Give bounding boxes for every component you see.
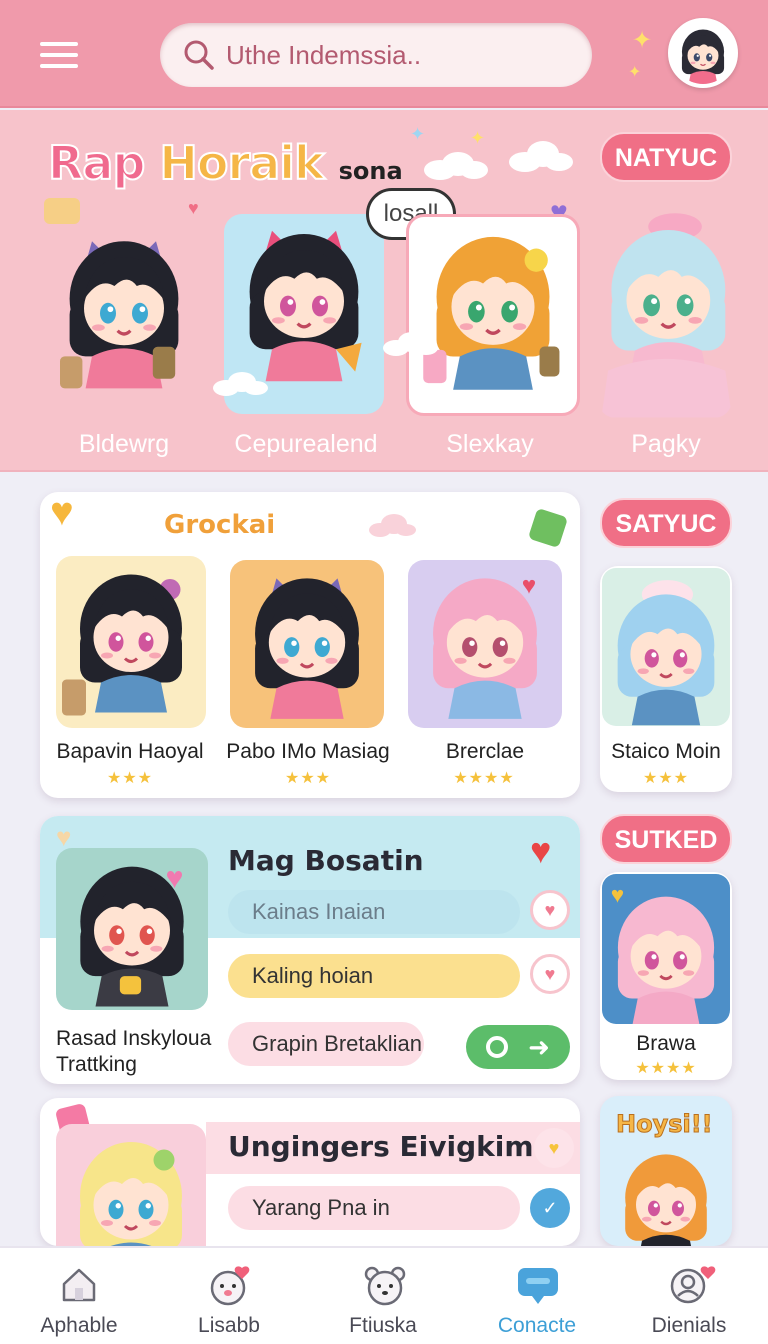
side-badge[interactable]: SUTKED <box>600 814 732 864</box>
sparkle-icon: ✦ <box>632 27 653 54</box>
nav-label: Aphable <box>40 1314 118 1337</box>
hero-character-name: Bldewrg <box>78 430 170 458</box>
hero-title-part2: Horaik <box>158 135 325 191</box>
hero-character-card[interactable] <box>406 214 580 416</box>
user-avatar[interactable] <box>668 18 738 88</box>
heart-button[interactable]: ♥ <box>534 1128 574 1168</box>
feature-character-tile[interactable]: ♥ <box>56 848 208 1010</box>
hero-character-name: Slexkay <box>446 430 534 458</box>
rating-stars: ★★★★ <box>635 1060 697 1077</box>
nav-item-conacte[interactable]: Conacte <box>462 1248 612 1344</box>
nav-label: Ftiuska <box>349 1314 417 1337</box>
nav-item-dienials[interactable]: Dienials <box>614 1248 764 1344</box>
cloud-icon <box>369 514 416 537</box>
sparkle-icon: ✦ <box>470 128 486 148</box>
arrow-right-icon: ➜ <box>528 1031 550 1062</box>
svg-text:♥: ♥ <box>165 861 183 895</box>
chip-option[interactable]: Kaling hoian <box>228 954 520 998</box>
nav-label: Dienials <box>651 1314 727 1337</box>
cloud-icon <box>213 372 268 396</box>
hero-badge[interactable]: NATYUC <box>600 132 732 182</box>
face-heart-icon <box>210 1266 250 1306</box>
check-button[interactable]: ✓ <box>530 1188 570 1228</box>
hamburger-menu-icon[interactable] <box>38 38 80 72</box>
feature-card-title: Mag Bosatin <box>228 844 424 877</box>
hero-character-card[interactable] <box>44 222 204 414</box>
cloud-icon <box>509 141 573 172</box>
heart-button[interactable]: ♥ <box>530 890 570 930</box>
rating-stars: ★★★ <box>106 770 154 787</box>
heart-icon: ♥ <box>188 198 199 218</box>
side-character-card[interactable]: Hoysi!! <box>600 1096 732 1246</box>
nav-item-lisabb[interactable]: Lisabb <box>154 1248 304 1344</box>
card-title: Ungingers Eivigkim <box>228 1130 534 1163</box>
bear-icon <box>364 1266 406 1306</box>
go-button[interactable]: ➜ <box>466 1025 570 1069</box>
character-name: Bapavin Haoyal <box>56 740 204 763</box>
side-character-card[interactable]: ♥ Brawa ★★★★ <box>600 872 732 1080</box>
feature-caption-line: Rasad Inskyloua <box>56 1027 212 1050</box>
sparkle-icon: ✦ <box>410 124 426 144</box>
rating-stars: ★★★ <box>642 770 690 787</box>
nav-item-aphable[interactable]: Aphable <box>4 1248 154 1344</box>
character-name: Brerclae <box>445 740 525 763</box>
cloud-icon <box>424 152 488 180</box>
feature-caption: Rasad Inskyloua Trattking <box>56 1026 211 1078</box>
nav-label: Lisabb <box>198 1314 260 1337</box>
search-bar[interactable] <box>160 23 592 87</box>
refresh-icon <box>486 1036 509 1058</box>
chip-option[interactable]: Grapin Bretaklian <box>228 1022 424 1066</box>
character-name: Pabo IMo Masiag <box>226 740 390 763</box>
side-badge[interactable]: SATYUC <box>600 498 732 548</box>
profile-icon <box>670 1266 716 1304</box>
hero-character-name: Cepurealend <box>234 430 378 458</box>
character-tile[interactable] <box>56 1124 206 1246</box>
svg-text:♥: ♥ <box>522 573 537 600</box>
bottom-navigation: Aphable Lisabb Ftiuska Conacte Dienials <box>0 1246 768 1344</box>
hero-character-name: Pagky <box>631 430 701 458</box>
side-card-title: Hoysi!! <box>616 1110 714 1139</box>
side-character-card[interactable]: Staico Moin ★★★ <box>600 566 732 792</box>
character-tile[interactable]: ♥ <box>408 560 562 728</box>
sparkle-icon: ✦ <box>628 64 642 81</box>
heart-smile-icon: ♥ <box>50 490 74 534</box>
group-card-title: Grockai <box>164 510 276 540</box>
chip-option[interactable]: Yarang Pna in <box>228 1186 520 1230</box>
nav-item-ftiuska[interactable]: Ftiuska <box>308 1248 458 1344</box>
hero-title-suffix: sona <box>338 157 403 185</box>
svg-text:♥: ♥ <box>611 882 624 907</box>
toast-icon <box>44 198 80 224</box>
home-icon <box>62 1268 96 1302</box>
character-name: Brawa <box>636 1032 696 1055</box>
top-app-bar: ✦ ✦ <box>0 0 768 108</box>
search-input[interactable] <box>226 39 586 71</box>
search-icon <box>184 40 214 70</box>
feature-caption-line: Trattking <box>56 1053 137 1076</box>
character-tile[interactable] <box>230 560 384 728</box>
heart-button[interactable]: ♥ <box>530 954 570 994</box>
hero-title: Rap Horaik sona <box>47 135 403 191</box>
hero-title-part1: Rap <box>47 135 146 191</box>
character-tile[interactable] <box>56 556 206 728</box>
nav-label: Conacte <box>497 1314 577 1337</box>
chat-icon <box>518 1268 558 1304</box>
cloud-icon <box>383 332 438 356</box>
heart-icon[interactable]: ♥ <box>530 830 551 872</box>
chip-option[interactable]: Kainas Inaian <box>228 890 520 934</box>
character-name: Staico Moin <box>611 740 721 763</box>
hero-character-card[interactable] <box>598 196 732 418</box>
rating-stars: ★★★ <box>284 770 332 787</box>
rating-stars: ★★★★ <box>453 770 515 787</box>
